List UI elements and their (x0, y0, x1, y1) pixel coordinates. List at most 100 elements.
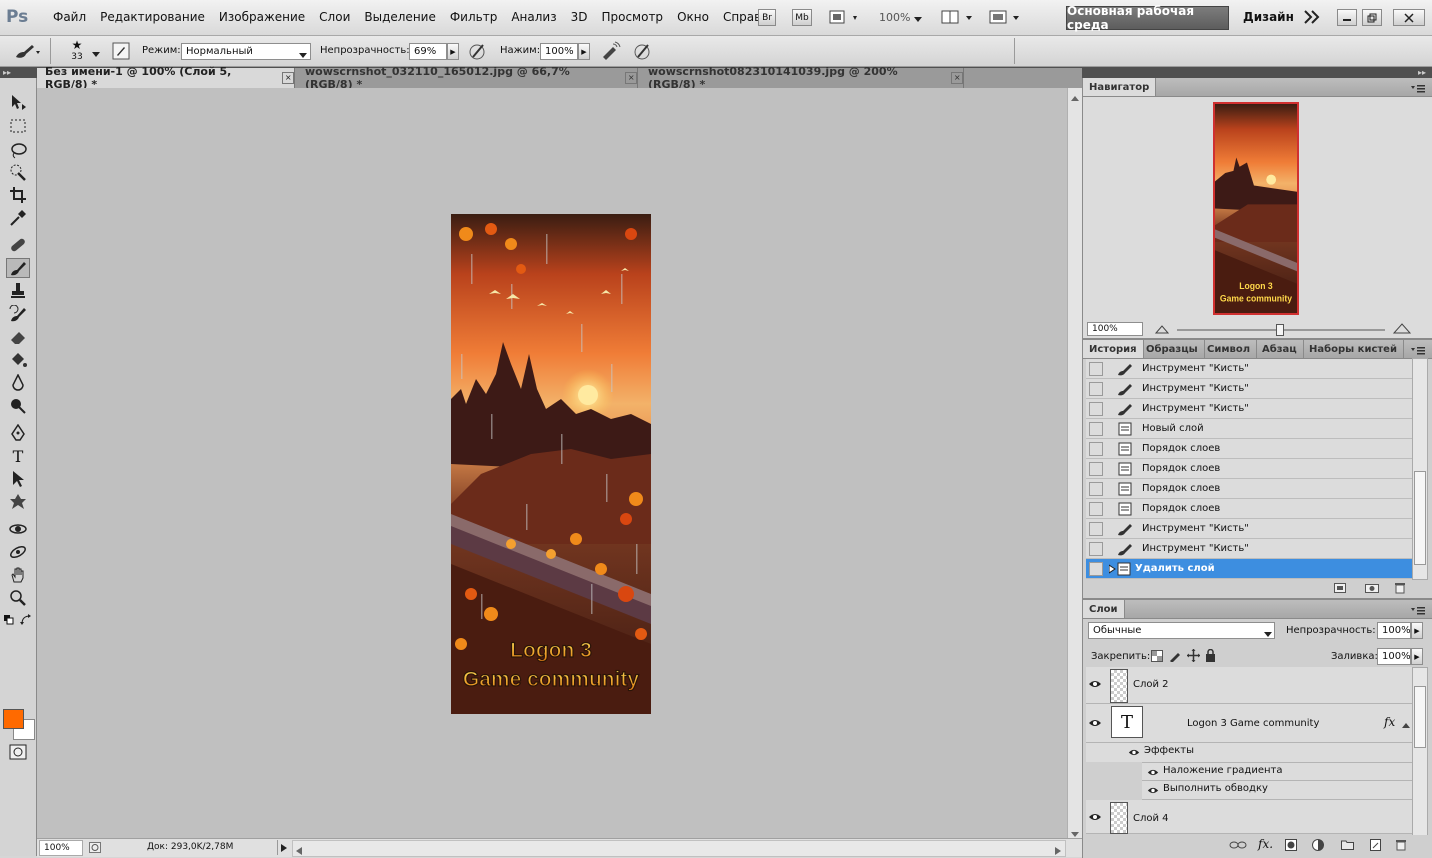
adjustment-layer-icon[interactable] (1312, 839, 1324, 854)
paint-bucket-tool-icon[interactable] (6, 350, 30, 370)
effect-gradient-overlay[interactable]: Наложение градиента (1142, 762, 1412, 781)
opacity-slider-toggle[interactable]: ▶ (447, 43, 459, 60)
layer-row-layer4[interactable]: Слой 4 (1086, 800, 1412, 834)
menu-analysis[interactable]: Анализ (504, 10, 563, 24)
healing-brush-tool-icon[interactable] (6, 235, 30, 255)
menu-view[interactable]: Просмотр (594, 10, 670, 24)
document-canvas[interactable]: Logon 3 Game community (451, 214, 651, 714)
history-source-checkbox[interactable] (1089, 541, 1103, 556)
tablet-opacity-pressure-icon[interactable] (467, 41, 489, 64)
history-source-checkbox[interactable] (1089, 561, 1103, 576)
history-item-selected[interactable]: Удалить слой (1086, 559, 1412, 579)
move-tool-icon[interactable] (6, 92, 30, 112)
workspace-design-button[interactable]: Дизайн (1243, 10, 1294, 24)
canvas-vertical-scrollbar[interactable] (1067, 88, 1083, 838)
history-source-checkbox[interactable] (1089, 461, 1103, 476)
add-style-fx-icon[interactable]: fx. (1258, 837, 1273, 851)
fx-icon[interactable]: fx (1384, 715, 1395, 729)
3d-rotate-tool-icon[interactable] (6, 519, 30, 539)
history-scroll-thumb[interactable] (1414, 471, 1426, 565)
menu-3d[interactable]: 3D (564, 10, 595, 24)
eraser-tool-icon[interactable] (6, 327, 30, 347)
layer-visibility-eye-icon[interactable] (1088, 679, 1102, 692)
menu-layers[interactable]: Слои (312, 10, 357, 24)
arrange-documents-button[interactable] (941, 9, 975, 26)
workspace-essentials-button[interactable]: Основная рабочая среда (1066, 4, 1229, 32)
zoom-in-icon[interactable] (1392, 322, 1412, 337)
layer-name[interactable]: Logon 3 Game community (1187, 718, 1319, 729)
history-scrollbar[interactable] (1412, 358, 1428, 580)
minimize-button[interactable] (1337, 9, 1357, 26)
tab-history[interactable]: История (1083, 340, 1144, 358)
menu-select[interactable]: Выделение (357, 10, 442, 24)
history-source-checkbox[interactable] (1089, 381, 1103, 396)
swap-colors-icon[interactable] (20, 614, 32, 629)
clone-stamp-tool-icon[interactable] (6, 281, 30, 301)
add-mask-icon[interactable] (1285, 839, 1297, 854)
brush-picker-chevron-icon[interactable] (92, 48, 100, 61)
zoom-out-icon[interactable] (1154, 324, 1170, 337)
layer-opacity-slider-toggle[interactable]: ▶ (1411, 622, 1423, 639)
panel-menu-icon[interactable] (1411, 83, 1425, 96)
tab-wowscrnshot-082310[interactable]: wowscrnshot082310141039.jpg @ 200% (RGB/… (640, 65, 964, 91)
tab-layers[interactable]: Слои (1083, 600, 1125, 618)
navigator-zoom-input[interactable]: 100% (1087, 322, 1143, 336)
navigator-zoom-thumb[interactable] (1276, 324, 1284, 336)
tab-swatches[interactable]: Образцы (1140, 340, 1205, 358)
restore-button[interactable] (1362, 9, 1382, 26)
layer-row-text[interactable]: T Logon 3 Game community fx (1086, 704, 1412, 743)
history-source-checkbox[interactable] (1089, 501, 1103, 516)
menu-edit[interactable]: Редактирование (93, 10, 212, 24)
new-document-from-state-icon[interactable] (1334, 583, 1346, 596)
pen-tool-icon[interactable] (6, 423, 30, 443)
close-icon[interactable]: × (282, 72, 294, 84)
delete-layer-trash-icon[interactable] (1396, 839, 1406, 854)
chevron-down-icon[interactable] (914, 13, 922, 26)
lock-transparent-icon[interactable] (1151, 650, 1163, 665)
effect-stroke[interactable]: Выполнить обводку (1142, 781, 1412, 800)
3d-orbit-tool-icon[interactable] (6, 542, 30, 562)
more-workspaces-icon[interactable] (1304, 10, 1320, 27)
screen-mode-button[interactable] (988, 9, 1022, 26)
tab-character[interactable]: Символ (1201, 340, 1258, 358)
history-item[interactable]: Порядок слоев (1086, 459, 1412, 479)
quick-selection-tool-icon[interactable] (6, 162, 30, 182)
zoom-tool-icon[interactable] (6, 588, 30, 608)
tablet-size-pressure-icon[interactable] (632, 41, 654, 64)
dodge-tool-icon[interactable] (6, 396, 30, 416)
status-info-icon[interactable] (89, 842, 101, 856)
flow-input[interactable]: 100% (540, 43, 578, 60)
menu-file[interactable]: Файл (46, 10, 93, 24)
flow-slider-toggle[interactable]: ▶ (578, 43, 590, 60)
history-source-checkbox[interactable] (1089, 361, 1103, 376)
brush-size-preview[interactable]: ★ 33 (68, 38, 86, 62)
type-tool-icon[interactable]: T (6, 446, 30, 466)
menu-image[interactable]: Изображение (212, 10, 312, 24)
brush-panel-toggle-icon[interactable] (112, 42, 130, 63)
default-colors-icon[interactable] (4, 615, 14, 628)
custom-shape-tool-icon[interactable] (6, 492, 30, 512)
bridge-button[interactable]: Br (758, 9, 776, 26)
crop-tool-icon[interactable] (6, 185, 30, 205)
blur-tool-icon[interactable] (6, 373, 30, 393)
history-item[interactable]: Инструмент "Кисть" (1086, 359, 1412, 379)
blend-mode-select[interactable]: Обычные (1088, 622, 1275, 639)
trash-icon[interactable] (1395, 582, 1405, 597)
fill-slider-toggle[interactable]: ▶ (1411, 648, 1423, 665)
menu-window[interactable]: Окно (670, 10, 716, 24)
path-selection-tool-icon[interactable] (6, 469, 30, 489)
panel-menu-icon[interactable] (1411, 605, 1425, 618)
layer-name[interactable]: Слой 4 (1133, 813, 1169, 824)
history-item[interactable]: Порядок слоев (1086, 499, 1412, 519)
canvas-area[interactable]: Logon 3 Game community (37, 88, 1067, 838)
navigator-thumbnail[interactable]: Logon 3 Game community (1213, 102, 1299, 315)
tab-paragraph[interactable]: Абзац (1256, 340, 1304, 358)
zoom-level[interactable]: 100% (879, 11, 910, 24)
history-item[interactable]: Новый слой (1086, 419, 1412, 439)
lasso-tool-icon[interactable] (6, 140, 30, 160)
menu-filter[interactable]: Фильтр (443, 10, 504, 24)
status-menu-arrow-icon[interactable] (277, 840, 290, 855)
effect-visibility-eye-icon[interactable] (1147, 767, 1159, 780)
status-zoom-input[interactable]: 100% (39, 840, 83, 856)
history-item[interactable]: Порядок слоев (1086, 439, 1412, 459)
